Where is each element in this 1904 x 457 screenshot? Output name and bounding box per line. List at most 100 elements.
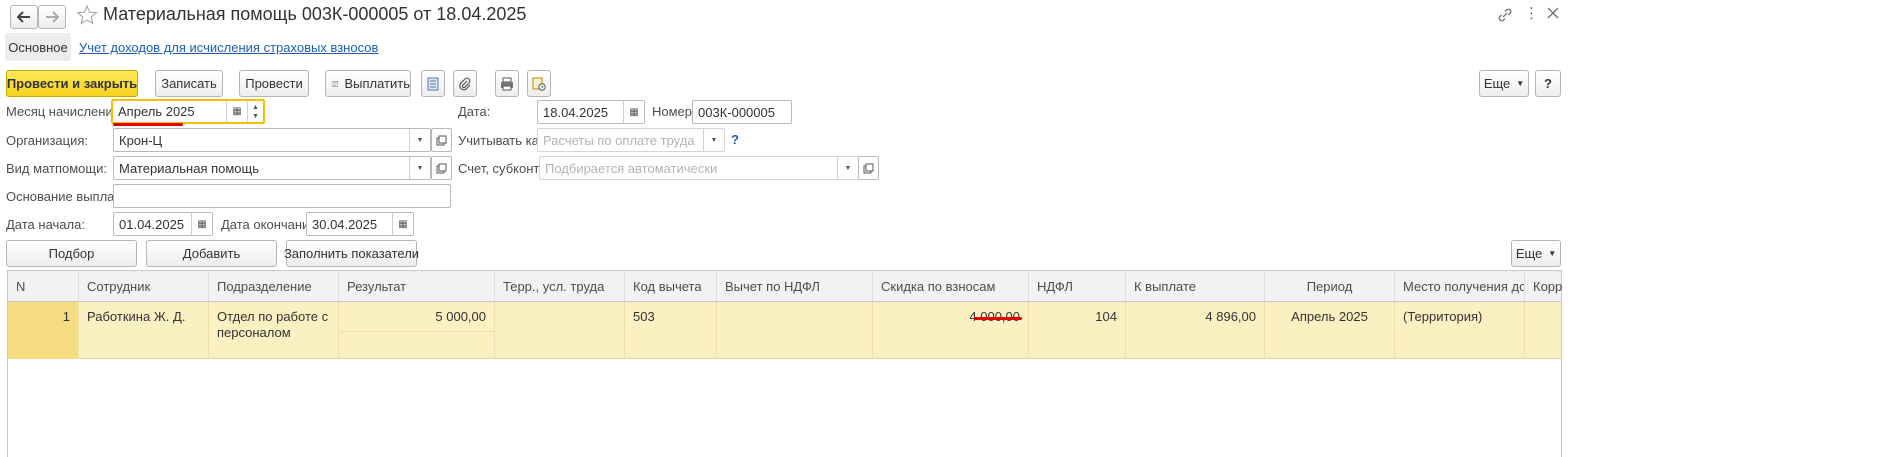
more-menu-icon[interactable]: ⋮ xyxy=(1524,6,1539,24)
date-label: Дата: xyxy=(458,104,491,119)
col-deduction-code[interactable]: Код вычета xyxy=(625,271,717,302)
row-contrib-discount[interactable]: 4 000,00 xyxy=(873,302,1029,359)
link-icon[interactable] xyxy=(1497,7,1513,23)
col-ndfl[interactable]: НДФЛ xyxy=(1029,271,1126,302)
month-value: Апрель 2025 xyxy=(118,104,195,119)
print-button[interactable] xyxy=(495,70,519,97)
date-field[interactable]: 18.04.2025 ▦ xyxy=(537,100,645,124)
number-value: 003К-000005 xyxy=(698,104,775,120)
month-underline xyxy=(113,123,183,126)
calendar-icon[interactable]: ▦ xyxy=(191,213,212,235)
dropdown-arrow-icon[interactable]: ▼ xyxy=(409,129,430,151)
pay-button[interactable]: Выплатить xyxy=(325,70,411,97)
table-row[interactable]: 1 Работкина Ж. Д. Отдел по работе с перс… xyxy=(8,302,1561,359)
row-deduction-code[interactable]: 503 xyxy=(625,302,717,359)
arrow-left-icon xyxy=(17,11,30,23)
table-more-label: Еще xyxy=(1515,246,1543,261)
dropdown-arrow-icon[interactable]: ▼ xyxy=(837,157,858,179)
col-period[interactable]: Период xyxy=(1265,271,1395,302)
cell-divider xyxy=(339,331,494,332)
post-button[interactable]: Провести xyxy=(239,70,309,97)
forward-button[interactable] xyxy=(38,5,66,29)
spin-buttons[interactable]: ▲ ▼ xyxy=(247,101,263,122)
open-aid-type-button[interactable] xyxy=(431,156,452,180)
dropdown-arrow-icon[interactable]: ▼ xyxy=(409,157,430,179)
table-more-button[interactable]: Еще ▼ xyxy=(1511,240,1561,267)
favorite-star-icon[interactable] xyxy=(76,4,98,26)
tab-insurance-income[interactable]: Учет доходов для исчисления страховых вз… xyxy=(79,40,378,55)
aid-type-value: Материальная помощь xyxy=(119,160,260,176)
aid-type-label: Вид матпомощи: xyxy=(6,161,107,176)
row-department[interactable]: Отдел по работе с персоналом xyxy=(209,302,339,359)
col-department[interactable]: Подразделение xyxy=(209,271,339,302)
row-employee[interactable]: Работкина Ж. Д. xyxy=(79,302,209,359)
col-place[interactable]: Место получения до... xyxy=(1395,271,1525,302)
more-button[interactable]: Еще ▼ xyxy=(1479,70,1529,97)
window-title: Материальная помощь 003К-000005 от 18.04… xyxy=(103,4,527,24)
help-button[interactable]: ? xyxy=(1535,70,1561,97)
calendar-icon[interactable]: ▦ xyxy=(623,101,644,123)
select-button[interactable]: Подбор xyxy=(6,240,137,267)
row-ndfl-deduction[interactable] xyxy=(717,302,873,359)
col-n[interactable]: N xyxy=(8,271,79,302)
end-date-value: 30.04.2025 xyxy=(312,216,378,232)
col-employee[interactable]: Сотрудник xyxy=(79,271,209,302)
close-icon[interactable] xyxy=(1546,6,1560,20)
col-to-pay[interactable]: К выплате xyxy=(1126,271,1265,302)
organization-value: Крон-Ц xyxy=(119,132,163,148)
col-corr[interactable]: Корре xyxy=(1525,271,1563,302)
back-button[interactable] xyxy=(10,5,38,29)
open-window-icon xyxy=(436,135,447,145)
save-button[interactable]: Записать xyxy=(155,70,223,97)
dropdown-arrow-icon[interactable]: ▼ xyxy=(703,129,724,151)
row-territory[interactable] xyxy=(495,302,625,359)
basis-field[interactable] xyxy=(113,184,451,208)
pay-button-label: Выплатить xyxy=(344,76,410,91)
calendar-icon[interactable]: ▦ xyxy=(392,213,413,235)
discount-underline xyxy=(974,317,1022,320)
row-corr[interactable] xyxy=(1525,302,1563,359)
document-structure-icon xyxy=(532,77,546,91)
list-icon xyxy=(427,77,439,90)
subconto-placeholder: Подбирается автоматически xyxy=(545,160,718,176)
tab-main[interactable]: Основное xyxy=(5,33,71,61)
row-place[interactable]: (Территория) xyxy=(1395,302,1525,359)
col-contrib-discount[interactable]: Скидка по взносам xyxy=(873,271,1029,302)
fill-indicators-button[interactable]: Заполнить показатели xyxy=(284,240,419,267)
col-ndfl-deduction[interactable]: Вычет по НДФЛ xyxy=(717,271,873,302)
post-and-close-button[interactable]: Провести и закрыть xyxy=(6,70,138,97)
add-row-button[interactable]: Добавить xyxy=(146,240,277,267)
organization-field[interactable]: Крон-Ц ▼ xyxy=(113,128,431,152)
table-header: N Сотрудник Подразделение Результат Терр… xyxy=(8,271,1563,302)
col-result[interactable]: Результат xyxy=(339,271,495,302)
col-territory[interactable]: Терр., усл. труда xyxy=(495,271,625,302)
account-help-link[interactable]: ? xyxy=(731,132,739,147)
calendar-icon[interactable]: ▦ xyxy=(226,100,247,123)
accruals-table: N Сотрудник Подразделение Результат Терр… xyxy=(7,270,1563,457)
open-organization-button[interactable] xyxy=(431,128,452,152)
document-list-button[interactable] xyxy=(421,70,445,97)
row-ndfl[interactable]: 104 xyxy=(1029,302,1126,359)
aid-type-field[interactable]: Материальная помощь ▼ xyxy=(113,156,431,180)
month-label: Месяц начисления: xyxy=(6,104,124,119)
end-date-field[interactable]: 30.04.2025 ▦ xyxy=(306,212,414,236)
account-as-field[interactable]: Расчеты по оплате труда ▼ xyxy=(537,128,725,152)
month-field[interactable]: Апрель 2025 ▦ ▲ ▼ xyxy=(111,99,265,124)
open-subconto-button[interactable] xyxy=(858,156,879,180)
dropdown-arrow-icon: ▼ xyxy=(1516,79,1525,88)
number-field[interactable]: 003К-000005 xyxy=(692,100,792,124)
printer-icon xyxy=(501,77,513,90)
organization-label: Организация: xyxy=(6,133,89,148)
account-as-label: Учитывать как: xyxy=(458,133,549,148)
attach-button[interactable] xyxy=(453,70,477,97)
row-result-value: 5 000,00 xyxy=(435,309,486,324)
date-value: 18.04.2025 xyxy=(543,104,609,120)
row-to-pay[interactable]: 4 896,00 xyxy=(1126,302,1265,359)
start-date-field[interactable]: 01.04.2025 ▦ xyxy=(113,212,213,236)
row-result[interactable]: 5 000,00 xyxy=(339,302,495,359)
open-window-icon xyxy=(436,163,447,173)
subconto-field[interactable]: Подбирается автоматически ▼ xyxy=(539,156,859,180)
structure-button[interactable] xyxy=(527,70,551,97)
more-button-label: Еще xyxy=(1483,76,1511,91)
row-period[interactable]: Апрель 2025 xyxy=(1265,302,1395,359)
